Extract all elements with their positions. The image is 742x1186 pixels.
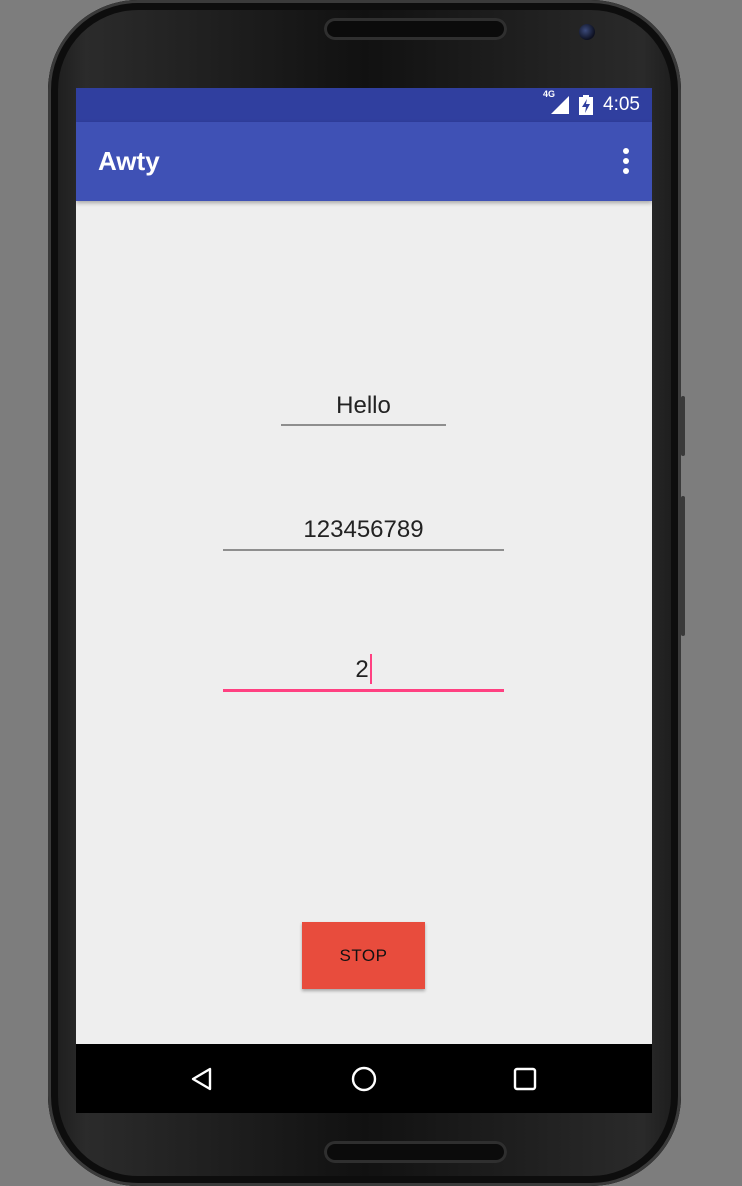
back-triangle-icon[interactable] — [167, 1044, 237, 1113]
more-vert-icon[interactable] — [620, 148, 632, 174]
dot — [623, 168, 629, 174]
battery-charging-icon — [579, 95, 594, 115]
signal-icon: 4G — [543, 89, 570, 114]
phone-number-field[interactable]: 123456789 — [223, 512, 504, 551]
bottom-speaker — [324, 1141, 507, 1163]
home-circle-icon[interactable] — [329, 1044, 399, 1113]
text-cursor — [369, 653, 372, 684]
volume-button — [681, 496, 685, 636]
status-time: 4:05 — [603, 94, 640, 115]
dot — [623, 148, 629, 154]
top-speaker — [324, 18, 507, 40]
dot — [623, 158, 629, 164]
network-type-label: 4G — [543, 89, 556, 99]
phone-number-value: 123456789 — [303, 516, 424, 543]
interval-value: 2 — [355, 656, 369, 683]
status-icons: 4G 4:05 — [543, 88, 640, 122]
app-title: Awty — [98, 146, 160, 176]
power-button — [681, 396, 685, 456]
interval-field[interactable]: 2 — [223, 651, 504, 692]
status-bar: 4G 4:05 — [76, 88, 652, 122]
message-field[interactable]: Hello — [281, 388, 446, 426]
message-value: Hello — [336, 392, 391, 419]
navigation-bar — [76, 1044, 652, 1113]
app-bar: Awty — [76, 122, 652, 201]
front-camera — [579, 24, 595, 40]
device-screen: 4G 4:05 Awty Hello 123456789 2 STOP — [76, 88, 652, 1113]
stop-button[interactable]: STOP — [302, 922, 425, 989]
recents-square-icon[interactable] — [490, 1044, 560, 1113]
